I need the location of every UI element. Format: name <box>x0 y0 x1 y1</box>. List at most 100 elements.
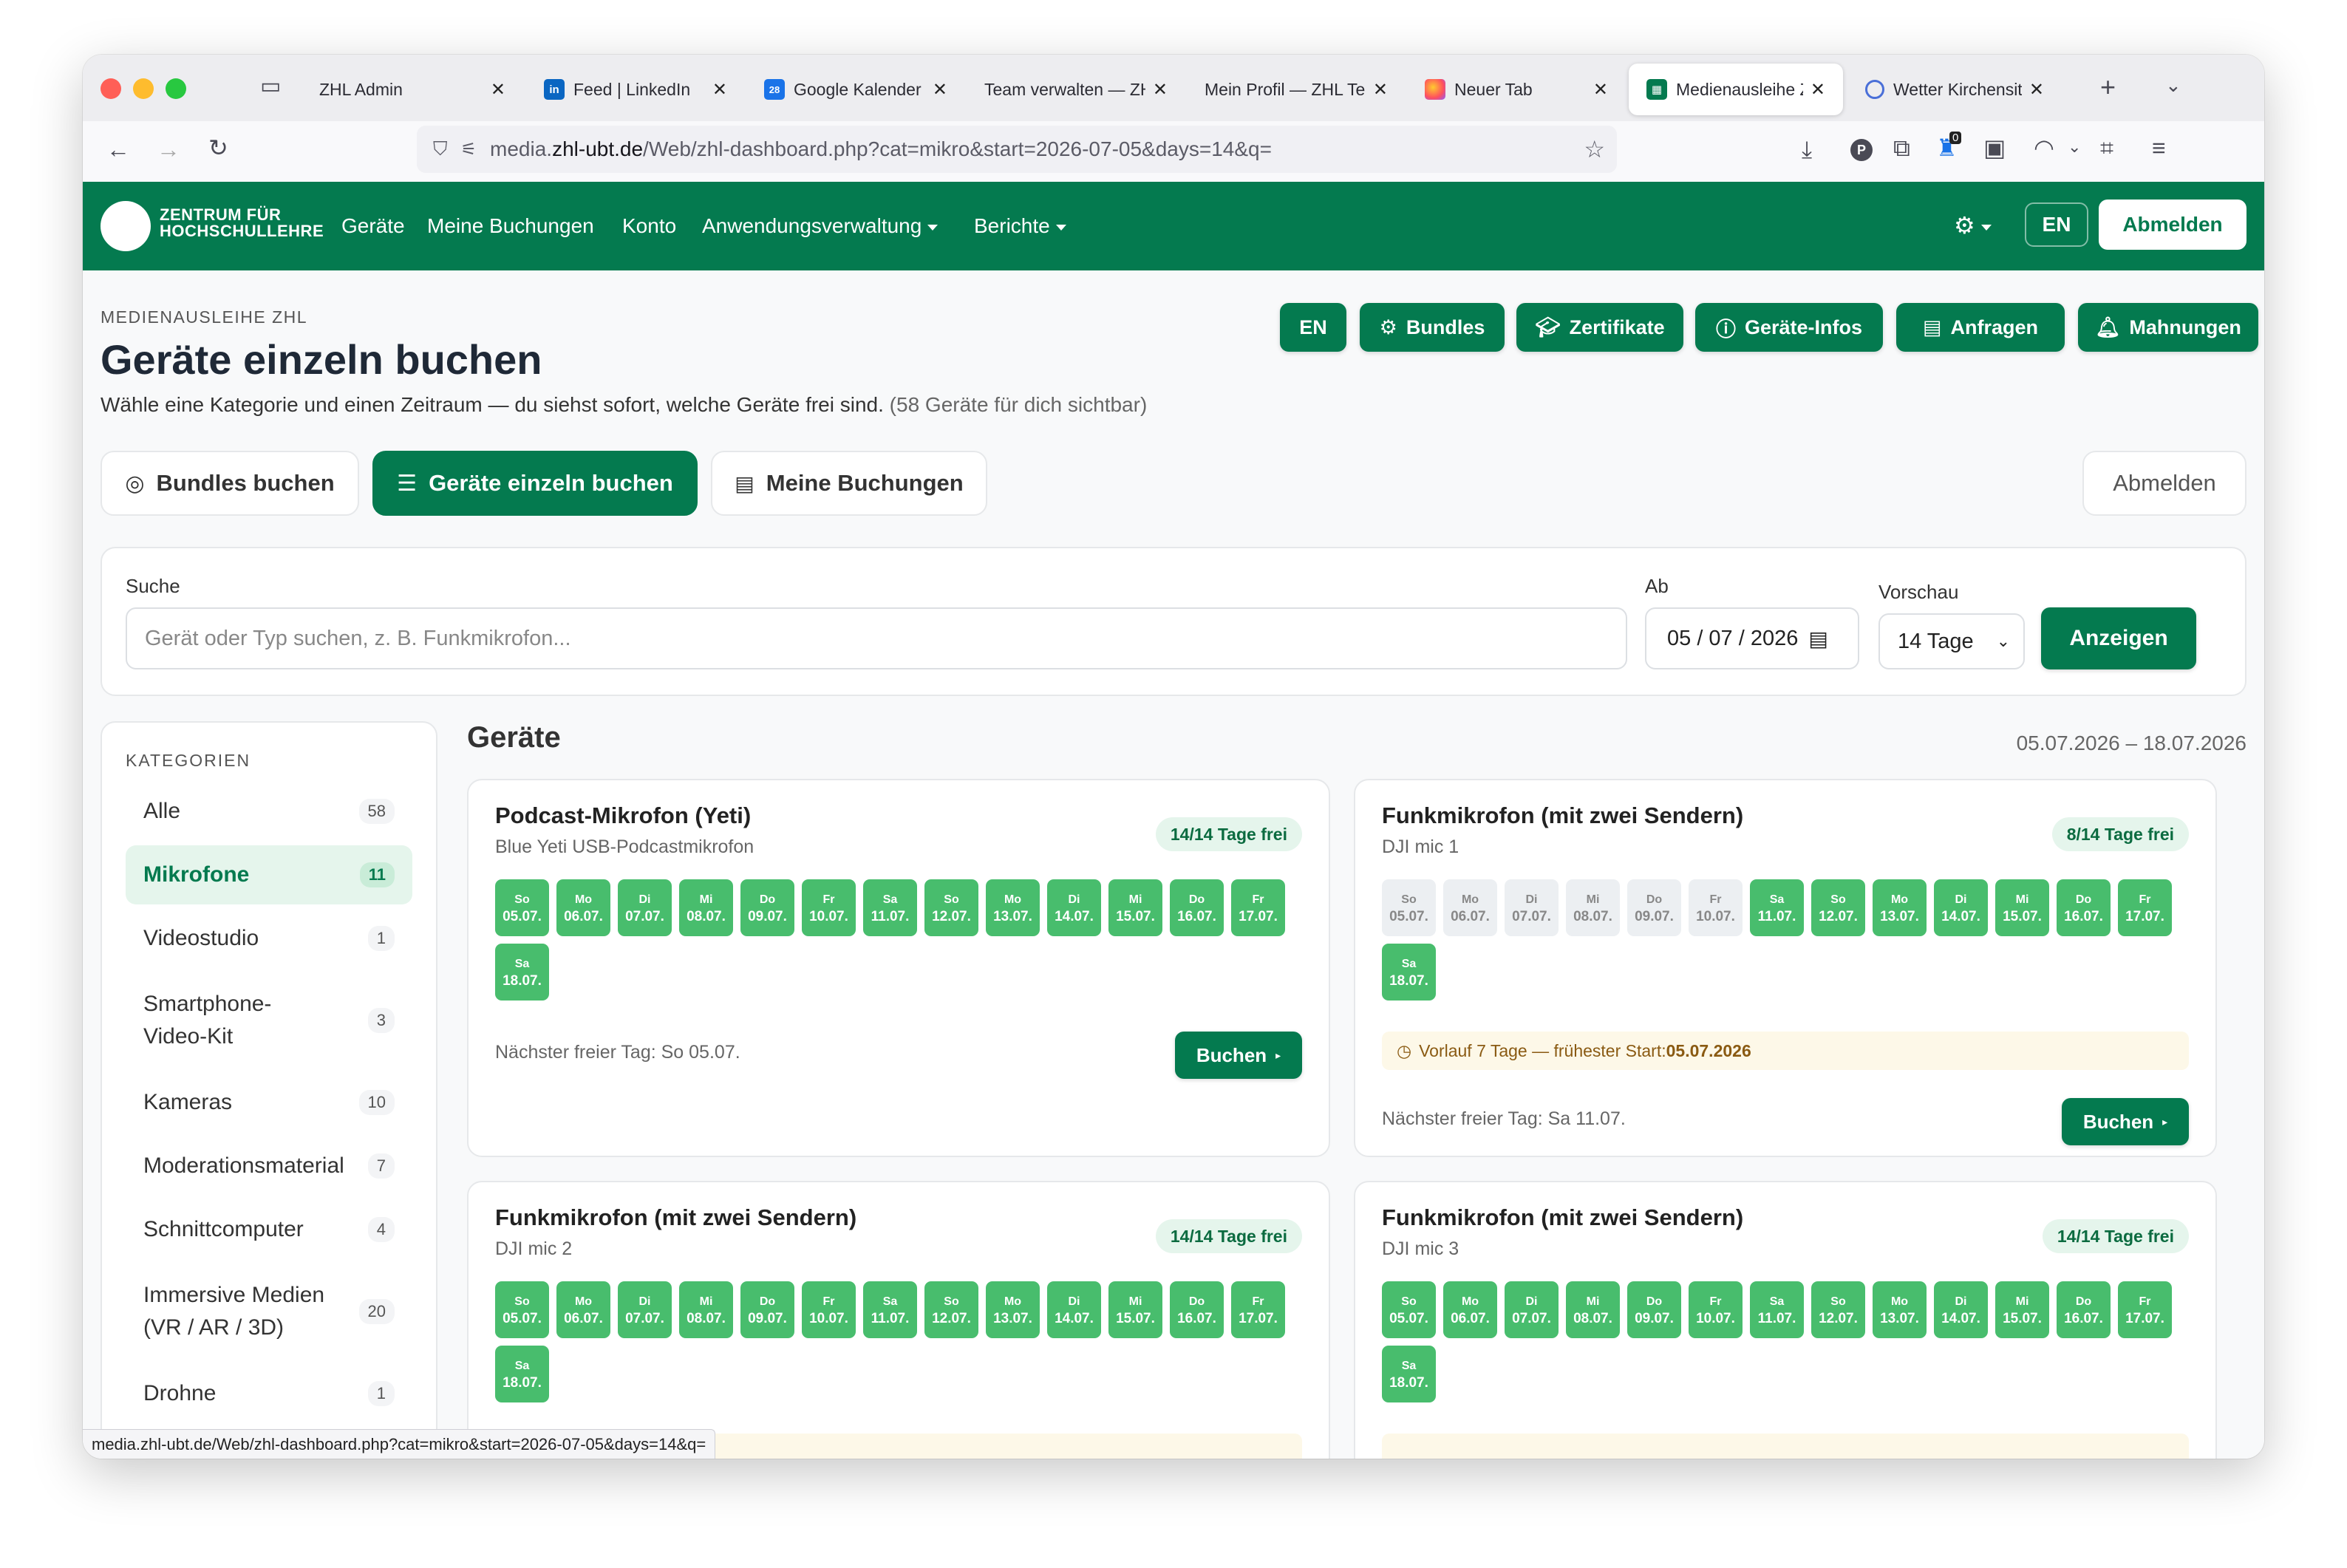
day-unavailable[interactable]: Mo 06.07. <box>1443 879 1497 936</box>
category-item[interactable]: Drohne 1 <box>126 1364 412 1423</box>
search-input[interactable]: Gerät oder Typ suchen, z. B. Funkmikrofo… <box>126 607 1627 669</box>
chevron-down-icon[interactable]: ⌄ <box>2165 75 2181 95</box>
tab-close-icon[interactable]: ✕ <box>712 79 727 100</box>
day-unavailable[interactable]: Di 07.07. <box>1505 879 1559 936</box>
category-item[interactable]: Schnittcomputer 4 <box>126 1200 412 1259</box>
buchen-button[interactable]: Buchen ▸ <box>1175 1032 1302 1079</box>
crop-icon[interactable]: ⌗ <box>2100 136 2113 160</box>
mahnungen-button[interactable]: 🔔︎ Mahnungen <box>2078 303 2258 352</box>
category-item[interactable]: Mikrofone 11 <box>126 845 412 904</box>
logo[interactable] <box>101 201 151 251</box>
meine-buchungen-tab[interactable]: ▤ Meine Buchungen <box>711 451 987 516</box>
download-icon[interactable]: ⤓ <box>1802 137 1812 161</box>
day-free[interactable]: Fr 10.07. <box>802 879 856 936</box>
tab-new-tab[interactable]: Neuer Tab ✕ <box>1407 64 1626 115</box>
tab-mein-profil[interactable]: Mein Profil — ZHL Team✕ <box>1187 64 1406 115</box>
day-free[interactable]: Do 16.07. <box>1170 1281 1224 1338</box>
day-free[interactable]: Fr 17.07. <box>1231 1281 1285 1338</box>
start-date-input[interactable]: 05 / 07 / 2026 ▤ <box>1645 607 1859 669</box>
preview-select[interactable]: 14 Tage ⌄ <box>1878 613 2025 669</box>
day-free[interactable]: Sa 18.07. <box>495 1346 549 1402</box>
day-free[interactable]: Sa 11.07. <box>863 1281 917 1338</box>
category-item[interactable]: Smartphone- Video-Kit 3 <box>126 972 412 1068</box>
zertifikate-button[interactable]: 🎓︎ Zertifikate <box>1516 303 1683 352</box>
category-item[interactable]: Immersive Medien (VR / AR / 3D) 20 <box>126 1264 412 1360</box>
category-item[interactable]: Kameras 10 <box>126 1073 412 1132</box>
maximize-window-button[interactable] <box>166 78 186 99</box>
lang-en-button[interactable]: EN <box>1280 303 1346 352</box>
bundles-buchen-tab[interactable]: ◎ Bundles buchen <box>101 451 359 516</box>
day-free[interactable]: Mo 13.07. <box>1873 879 1927 936</box>
address-bar[interactable]: ⛉ ⚟ media.zhl-ubt.de/Web/zhl-dashboard.p… <box>417 126 1617 173</box>
nav-anwendungsverwaltung[interactable]: Anwendungsverwaltung <box>702 214 939 238</box>
day-free[interactable]: Sa 11.07. <box>863 879 917 936</box>
bundles-button[interactable]: ⚙ Bundles <box>1360 303 1505 352</box>
day-free[interactable]: Do 09.07. <box>740 879 794 936</box>
day-free[interactable]: Mi 15.07. <box>1108 1281 1162 1338</box>
day-free[interactable]: So 05.07. <box>1382 1281 1436 1338</box>
day-free[interactable]: Di 14.07. <box>1934 1281 1988 1338</box>
day-free[interactable]: Fr 17.07. <box>2118 1281 2172 1338</box>
day-free[interactable]: Sa 11.07. <box>1750 879 1804 936</box>
anzeigen-button[interactable]: Anzeigen <box>2041 607 2196 669</box>
day-free[interactable]: Mi 15.07. <box>1995 1281 2049 1338</box>
reload-icon[interactable]: ↻ <box>208 136 228 160</box>
geraete-infos-button[interactable]: ⓘ Geräte-Infos <box>1695 303 1883 352</box>
back-icon[interactable]: ← <box>106 137 130 161</box>
tab-close-icon[interactable]: ✕ <box>1811 79 1825 100</box>
logout-button[interactable]: Abmelden <box>2099 200 2246 250</box>
tab-close-icon[interactable]: ✕ <box>1593 79 1608 100</box>
tab-close-icon[interactable]: ✕ <box>1153 79 1168 100</box>
day-free[interactable]: Mo 06.07. <box>556 1281 610 1338</box>
nav-berichte[interactable]: Berichte <box>974 214 1066 238</box>
day-free[interactable]: Di 07.07. <box>618 879 672 936</box>
day-free[interactable]: Di 14.07. <box>1934 879 1988 936</box>
extensions-icon[interactable]: ⧉ <box>1893 136 1910 160</box>
day-free[interactable]: Mo 06.07. <box>556 879 610 936</box>
day-free[interactable]: Fr 17.07. <box>2118 879 2172 936</box>
language-toggle[interactable]: EN <box>2025 202 2088 247</box>
reader-icon[interactable]: ▣ <box>1983 136 2006 160</box>
day-free[interactable]: So 12.07. <box>1811 879 1865 936</box>
day-free[interactable]: Mi 08.07. <box>1566 1281 1620 1338</box>
minimize-window-button[interactable] <box>133 78 154 99</box>
day-free[interactable]: Sa 18.07. <box>495 944 549 1001</box>
category-item[interactable]: Moderationsmaterial 7 <box>126 1136 412 1196</box>
geraete-einzeln-buchen-tab[interactable]: ☰ Geräte einzeln buchen <box>372 451 698 516</box>
nav-geraete[interactable]: Geräte <box>341 214 405 238</box>
day-free[interactable]: Mi 15.07. <box>1995 879 2049 936</box>
day-free[interactable]: Di 14.07. <box>1047 1281 1101 1338</box>
bookmark-star-icon[interactable]: ☆ <box>1584 135 1605 163</box>
day-free[interactable]: So 12.07. <box>924 1281 978 1338</box>
pocket-icon[interactable]: P <box>1850 139 1873 161</box>
day-free[interactable]: Fr 17.07. <box>1231 879 1285 936</box>
new-tab-icon[interactable]: + <box>2100 74 2116 100</box>
day-free[interactable]: Mi 15.07. <box>1108 879 1162 936</box>
forward-icon[interactable]: → <box>157 137 180 161</box>
nav-meine-buchungen[interactable]: Meine Buchungen <box>427 214 594 238</box>
day-free[interactable]: Mo 13.07. <box>986 879 1040 936</box>
headphones-icon[interactable]: ◠ <box>2034 136 2054 160</box>
abmelden-button[interactable]: Abmelden <box>2082 451 2246 516</box>
tab-close-icon[interactable]: ✕ <box>1373 79 1388 100</box>
tab-team-verwalten[interactable]: Team verwalten — ZHL ✕ <box>967 64 1185 115</box>
nav-konto[interactable]: Konto <box>622 214 676 238</box>
day-unavailable[interactable]: So 05.07. <box>1382 879 1436 936</box>
day-free[interactable]: Fr 10.07. <box>802 1281 856 1338</box>
day-unavailable[interactable]: Mi 08.07. <box>1566 879 1620 936</box>
category-item[interactable]: Alle 58 <box>126 782 412 841</box>
day-free[interactable]: Mo 13.07. <box>1873 1281 1927 1338</box>
day-free[interactable]: Mi 08.07. <box>679 879 733 936</box>
settings-gear-icon[interactable]: ⚙ <box>1954 211 1992 239</box>
category-item[interactable]: Videostudio 1 <box>126 909 412 968</box>
day-free[interactable]: So 05.07. <box>495 879 549 936</box>
day-free[interactable]: Sa 11.07. <box>1750 1281 1804 1338</box>
buchen-button[interactable]: Buchen ▸ <box>2062 1098 2189 1145</box>
tab-linkedin[interactable]: in Feed | LinkedIn ✕ <box>526 64 745 115</box>
day-free[interactable]: Sa 18.07. <box>1382 944 1436 1001</box>
day-free[interactable]: So 12.07. <box>924 879 978 936</box>
day-free[interactable]: Do 16.07. <box>2057 879 2111 936</box>
day-free[interactable]: Mo 06.07. <box>1443 1281 1497 1338</box>
tab-wetter[interactable]: Wetter Kirchensittenbach✕ <box>1847 64 2062 115</box>
day-free[interactable]: Do 16.07. <box>2057 1281 2111 1338</box>
